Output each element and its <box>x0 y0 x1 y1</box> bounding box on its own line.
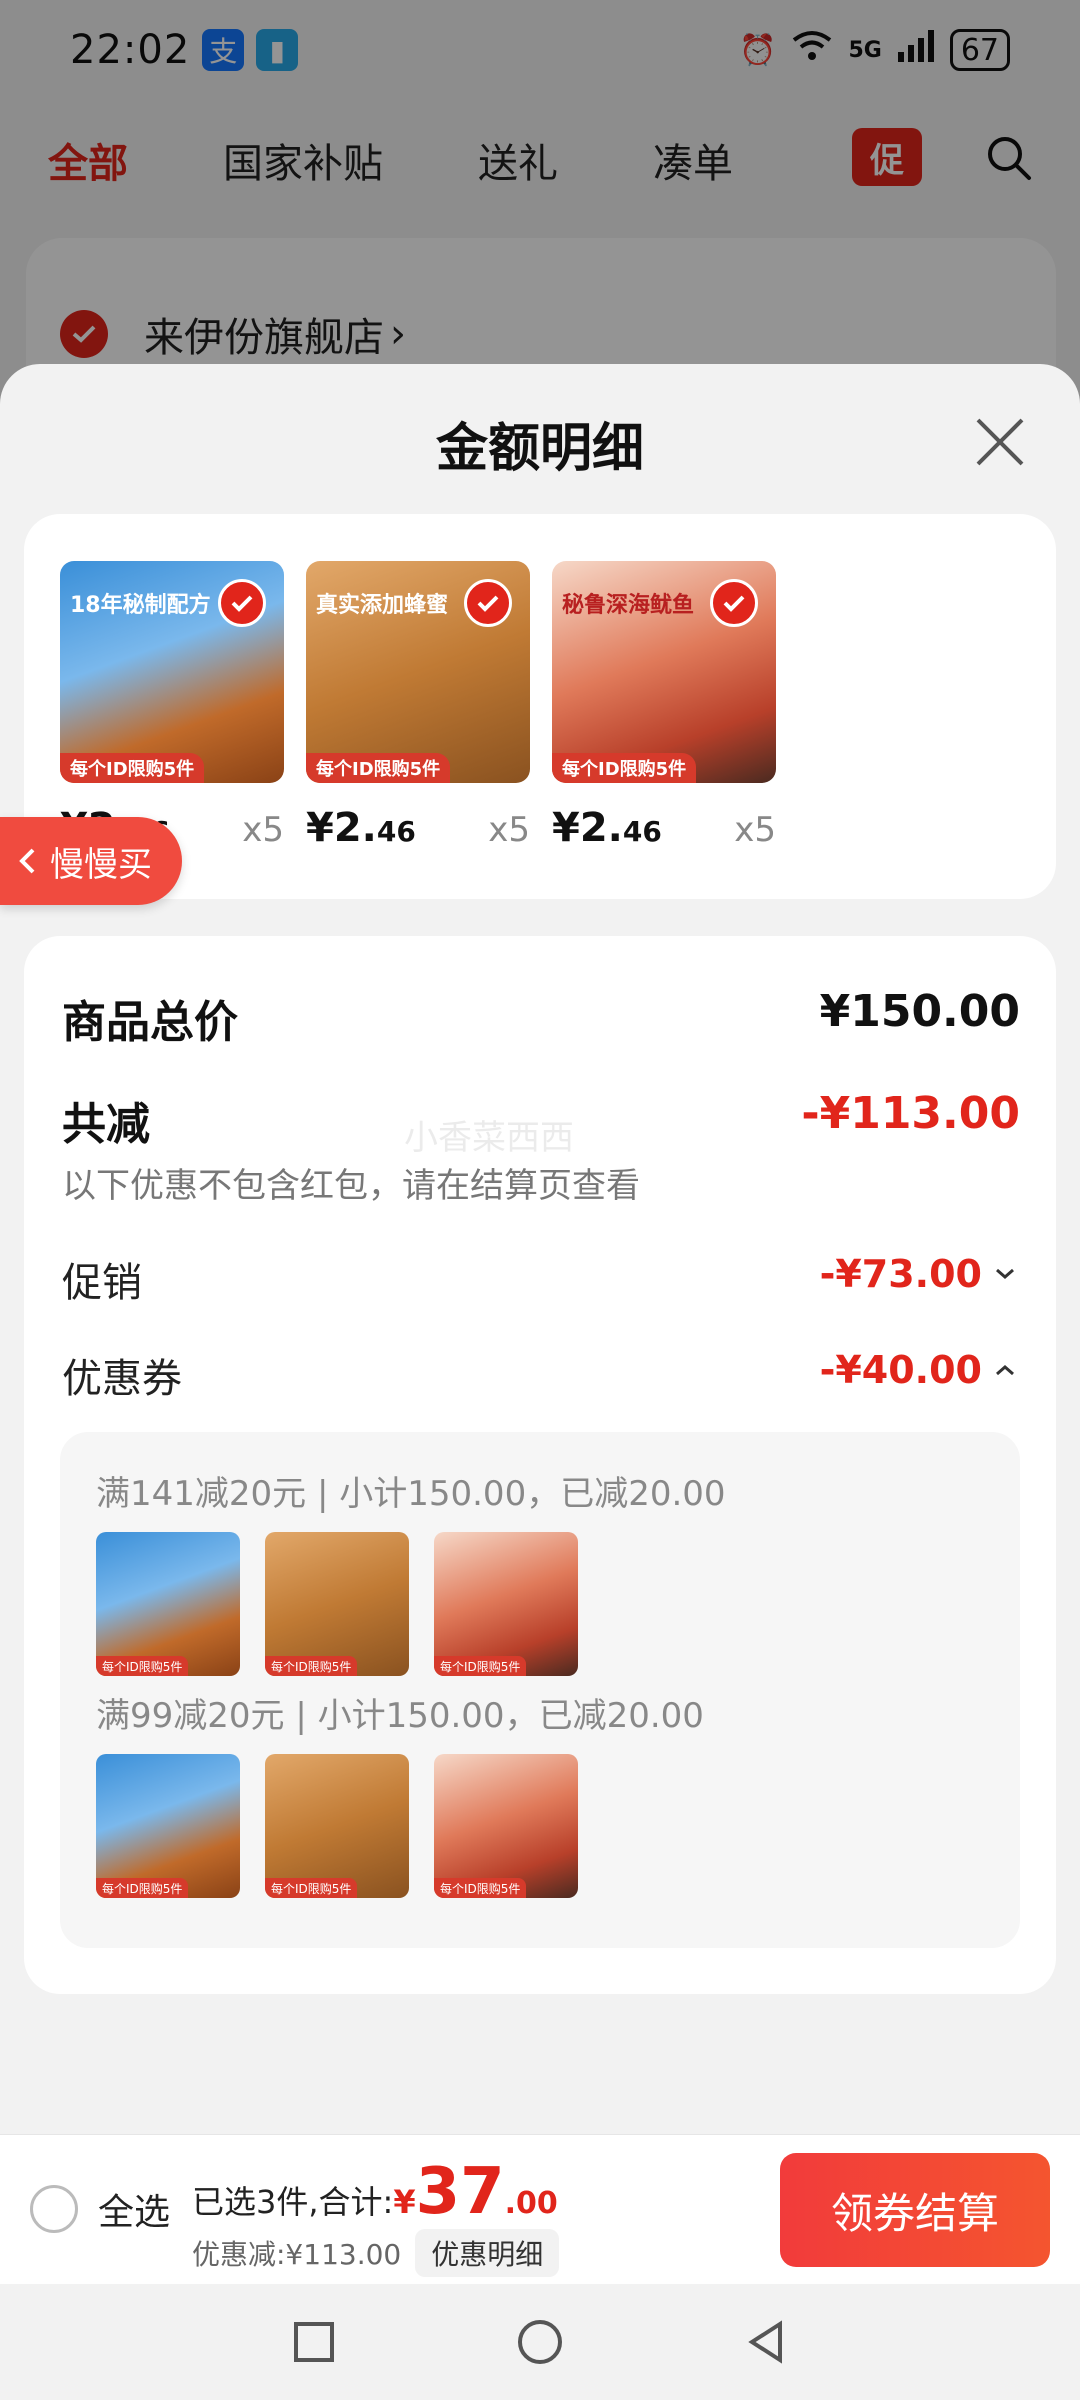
total-summary: 已选3件,合计: ¥ 37 .00 <box>192 2155 558 2229</box>
product-card: 18年秘制配方 每个ID限购5件 ¥2.46 x5 真实添加蜂蜜 每个ID限购5… <box>24 514 1056 899</box>
chevron-left-icon <box>19 848 35 874</box>
product-thumb[interactable]: 每个ID限购5件 <box>96 1532 240 1676</box>
product-image[interactable]: 真实添加蜂蜜 每个ID限购5件 <box>306 561 530 783</box>
coupon-label[interactable]: 优惠券 <box>62 1346 182 1404</box>
amount-detail-sheet: 金额明细 18年秘制配方 每个ID限购5件 ¥2.46 x5 真实添加蜂蜜 每个… <box>0 364 1080 2134</box>
product-item[interactable]: 真实添加蜂蜜 每个ID限购5件 ¥2.46 x5 <box>306 561 530 851</box>
recent-apps-icon[interactable] <box>292 2320 336 2364</box>
product-item[interactable]: 18年秘制配方 每个ID限购5件 ¥2.46 x5 <box>60 561 284 851</box>
product-item[interactable]: 秘鲁深海鱿鱼 每个ID限购5件 ¥2.46 x5 <box>552 561 776 851</box>
price-detail-card: 商品总价 ¥150.00 共减 -¥113.00 小香菜西西 以下优惠不包含红包… <box>24 936 1056 1994</box>
coupon-detail-box: 满141减20元 | 小计150.00，已减20.00 每个ID限购5件 每个I… <box>60 1432 1020 1948</box>
promotion-value[interactable]: -¥73.00 <box>820 1252 1016 1296</box>
product-thumb[interactable]: 每个ID限购5件 <box>434 1754 578 1898</box>
product-price: ¥2.46 <box>306 805 416 851</box>
product-image-title: 18年秘制配方 <box>70 593 211 618</box>
discount-detail-button[interactable]: 优惠明细 <box>415 2229 560 2277</box>
product-image[interactable]: 秘鲁深海鱿鱼 每个ID限购5件 <box>552 561 776 783</box>
total-price-value: ¥150.00 <box>819 986 1020 1037</box>
purchase-limit-badge: 每个ID限购5件 <box>60 753 205 783</box>
select-all-radio[interactable] <box>30 2185 78 2233</box>
total-amount: 37 <box>415 2155 505 2229</box>
product-price: ¥2.46 <box>552 805 662 851</box>
watermark: 小香菜西西 <box>404 1118 574 1158</box>
close-button[interactable] <box>972 414 1028 470</box>
product-image-title: 秘鲁深海鱿鱼 <box>562 593 695 618</box>
select-all-toggle[interactable]: 全选 <box>30 2183 170 2235</box>
reduction-note: 以下优惠不包含红包，请在结算页查看 <box>62 1166 640 1206</box>
slow-buy-button[interactable]: 慢慢买 <box>0 817 182 905</box>
system-nav-bar <box>0 2284 1080 2400</box>
product-thumb[interactable]: 每个ID限购5件 <box>265 1754 409 1898</box>
product-quantity: x5 <box>734 810 776 850</box>
product-quantity: x5 <box>488 810 530 850</box>
coupon-value[interactable]: -¥40.00 <box>820 1348 1016 1392</box>
reduction-value: -¥113.00 <box>801 1088 1020 1139</box>
product-check-icon[interactable] <box>218 579 266 627</box>
chevron-down-icon <box>996 1268 1014 1279</box>
close-icon <box>976 418 1024 466</box>
home-icon[interactable] <box>516 2318 564 2366</box>
discount-summary: 优惠减:¥113.00 优惠明细 <box>192 2229 560 2277</box>
product-thumb[interactable]: 每个ID限购5件 <box>434 1532 578 1676</box>
promotion-label[interactable]: 促销 <box>62 1250 142 1308</box>
product-check-icon[interactable] <box>464 579 512 627</box>
coupon-product-thumbs: 每个ID限购5件 每个ID限购5件 每个ID限购5件 <box>96 1754 578 1898</box>
product-quantity: x5 <box>242 810 284 850</box>
sheet-title: 金额明细 <box>435 419 644 479</box>
product-image[interactable]: 18年秘制配方 每个ID限购5件 <box>60 561 284 783</box>
product-thumb[interactable]: 每个ID限购5件 <box>265 1532 409 1676</box>
total-price-label: 商品总价 <box>62 997 238 1048</box>
product-image-title: 真实添加蜂蜜 <box>316 593 449 618</box>
checkout-button[interactable]: 领券结算 <box>780 2153 1050 2267</box>
purchase-limit-badge: 每个ID限购5件 <box>306 753 451 783</box>
purchase-limit-badge: 每个ID限购5件 <box>552 753 697 783</box>
chevron-up-icon <box>996 1365 1014 1376</box>
coupon-rule: 满141减20元 | 小计150.00，已减20.00 <box>96 1474 726 1514</box>
checkout-bar: 全选 已选3件,合计: ¥ 37 .00 优惠减:¥113.00 优惠明细 领券… <box>0 2134 1080 2284</box>
reduction-label: 共减 <box>62 1099 150 1150</box>
coupon-product-thumbs: 每个ID限购5件 每个ID限购5件 每个ID限购5件 <box>96 1532 578 1676</box>
coupon-rule: 满99减20元 | 小计150.00，已减20.00 <box>96 1696 704 1736</box>
product-thumb[interactable]: 每个ID限购5件 <box>96 1754 240 1898</box>
product-check-icon[interactable] <box>710 579 758 627</box>
back-icon[interactable] <box>744 2320 788 2364</box>
